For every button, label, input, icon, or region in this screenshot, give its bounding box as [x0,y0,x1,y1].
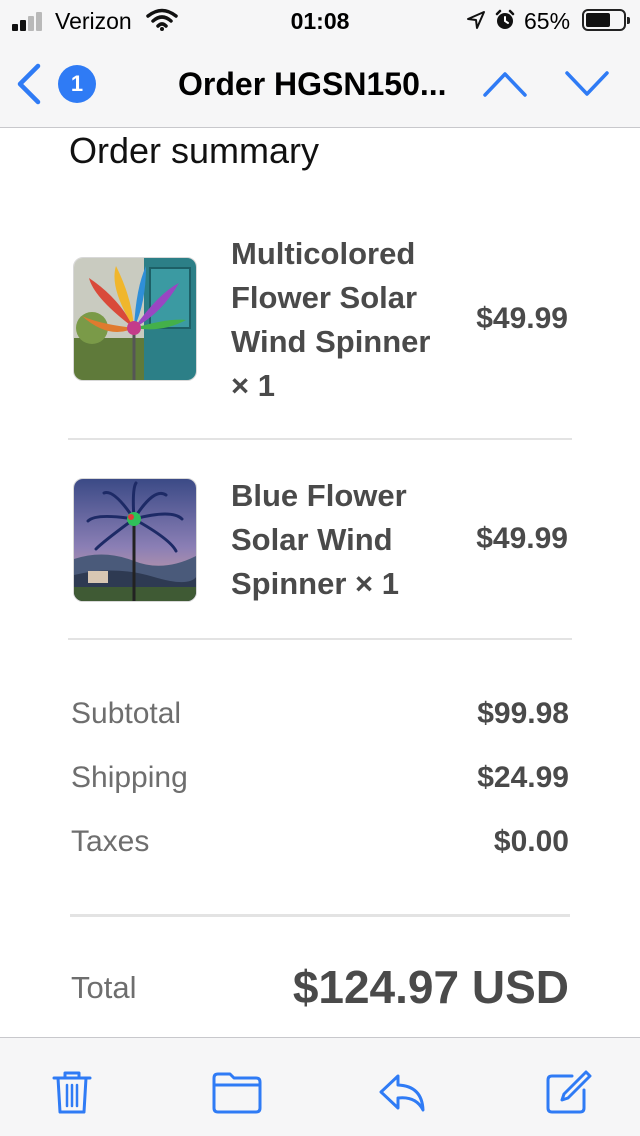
item-price: $49.99 [476,302,568,335]
taxes-value: $0.00 [493,825,569,858]
item-name: Blue Flower Solar Wind Spinner × 1 [231,478,407,601]
product-image-blue-spinner[interactable] [73,478,197,602]
item-price: $49.99 [476,522,568,555]
trash-icon[interactable] [48,1068,96,1116]
battery-percentage: 65% [524,8,571,34]
order-summary-heading: Order summary [69,130,320,171]
reply-icon[interactable] [378,1068,426,1116]
unread-count-badge[interactable]: 1 [58,65,96,103]
divider [68,638,572,640]
item-name: Multicolored Flower Solar Wind Spinner ×… [231,236,431,403]
status-bar: Verizon 01:08 65% [0,0,640,40]
alarm-clock-icon [495,9,515,29]
product-image-multicolored-spinner[interactable] [73,257,197,381]
total-value: $124.97 USD [292,961,569,1013]
back-chevron-icon[interactable] [14,62,44,106]
previous-message-icon[interactable] [482,68,528,100]
compose-icon[interactable] [544,1068,592,1116]
folder-icon[interactable] [212,1068,262,1116]
multicolored-flower-spinner-image [74,258,196,380]
total-divider [70,914,570,917]
shipping-label: Shipping [71,761,188,794]
bottom-toolbar [0,1037,640,1136]
subtotal-label: Subtotal [71,697,182,730]
subtotal-value: $99.98 [477,697,569,730]
taxes-label: Taxes [71,825,150,858]
total-label: Total [71,970,137,1005]
next-message-icon[interactable] [564,68,610,100]
blue-flower-spinner-image [74,479,196,601]
shipping-value: $24.99 [477,761,569,794]
battery-icon [582,9,630,31]
location-arrow-icon [467,11,485,29]
top-bar: Verizon 01:08 65% 1 Order HGSN150... [0,0,640,128]
message-subject-title: Order HGSN150... [178,66,447,102]
divider [68,438,572,440]
